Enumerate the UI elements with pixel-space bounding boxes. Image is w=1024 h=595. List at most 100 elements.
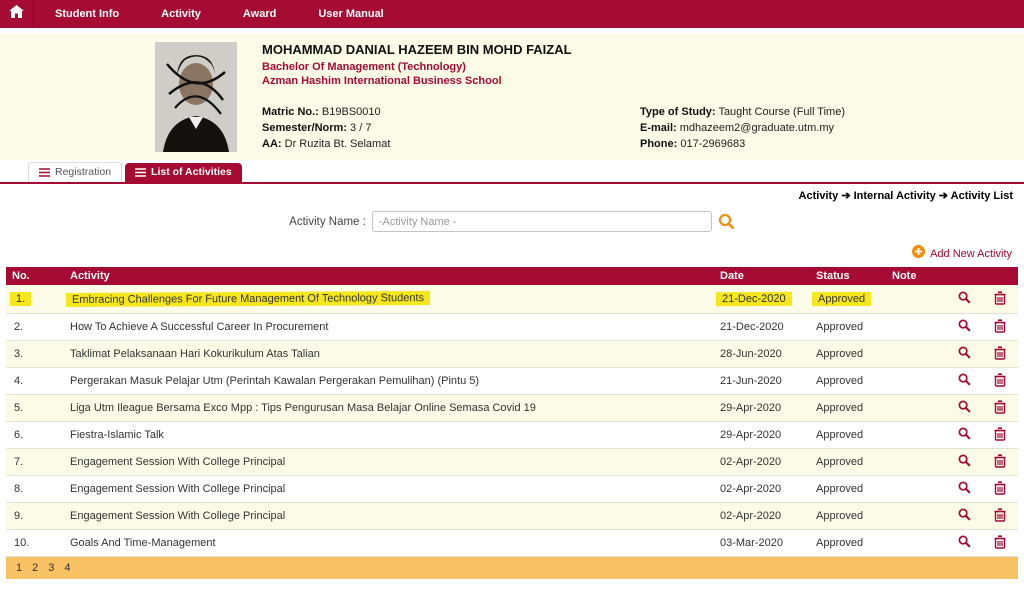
activity-note [886,367,946,395]
tab-list-of-activities-label: List of Activities [151,166,232,178]
activity-date: 03-Mar-2020 [714,529,810,557]
view-activity-icon-cell [946,394,982,422]
page-link[interactable]: 1 [16,562,22,574]
delete-activity-icon[interactable] [994,426,1006,441]
activity-status: Approved [810,475,886,503]
col-header-activity: Activity [64,267,714,285]
activities-table: No. Activity Date Status Note 1. Embracin… [6,267,1018,557]
delete-activity-icon[interactable] [994,372,1006,387]
activity-date: 21-Dec-2020 [714,285,810,314]
study-type-label: Type of Study: [640,106,716,118]
home-button[interactable] [0,0,34,28]
delete-activity-icon-cell [982,340,1018,368]
view-activity-icon-cell [946,340,982,368]
col-header-no: No. [6,267,64,285]
activity-status: Approved [810,285,886,314]
study-type-value: Taught Course (Full Time) [718,106,845,118]
delete-activity-icon[interactable] [994,318,1006,333]
semester-row: Semester/Norm: 3 / 7 [262,120,390,136]
table-row: 4. Pergerakan Masuk Pelajar Utm (Perintah… [6,367,1018,395]
activity-name-input[interactable] [371,211,712,232]
search-row: Activity Name : [0,211,1024,232]
view-activity-icon-cell [946,367,982,395]
email-value: mdhazeem2@graduate.utm.my [679,122,834,134]
student-header: MOHAMMAD DANIAL HAZEEM BIN MOHD FAIZAL B… [0,34,1024,160]
activity-date: 29-Apr-2020 [714,421,810,449]
activity-note [886,502,946,530]
col-header-note: Note [886,267,946,285]
tab-registration-label: Registration [55,166,112,178]
table-row: 8. Engagement Session With College Princi… [6,475,1018,503]
delete-activity-icon[interactable] [994,399,1006,414]
delete-activity-icon[interactable] [994,534,1006,549]
student-school: Azman Hashim International Business Scho… [262,75,502,87]
nav-student-info[interactable]: Student Info [34,0,140,28]
delete-activity-icon[interactable] [994,453,1006,468]
nav-award[interactable]: Award [222,0,297,28]
page-link[interactable]: 3 [48,562,54,574]
row-number: 4. [6,367,64,395]
view-activity-icon[interactable] [958,481,971,494]
list-icon [39,167,50,177]
email-label: E-mail: [640,122,677,134]
col-header-date: Date [714,267,810,285]
activity-name: Goals And Time-Management [64,529,714,557]
page-link[interactable]: 4 [64,562,70,574]
col-header-delete [982,267,1018,285]
activity-note [886,421,946,449]
add-new-activity-button[interactable]: Add New Activity [0,245,1012,263]
row-number: 5. [6,394,64,422]
student-name: MOHAMMAD DANIAL HAZEEM BIN MOHD FAIZAL [262,42,572,57]
activity-name: Pergerakan Masuk Pelajar Utm (Perintah K… [64,367,714,395]
delete-activity-icon[interactable] [994,507,1006,522]
view-activity-icon[interactable] [958,508,971,521]
phone-value: 017-2969683 [680,138,746,150]
tab-bar: Registration List of Activities [0,162,1024,184]
matric-row: Matric No.: B19BS0010 [262,104,390,120]
delete-activity-icon[interactable] [994,290,1006,305]
search-button[interactable] [718,213,735,230]
view-activity-icon[interactable] [958,535,971,548]
top-navigation: Student Info Activity Award User Manual [0,0,1024,28]
activity-date: 02-Apr-2020 [714,475,810,503]
page-link[interactable]: 2 [32,562,38,574]
activity-name: Engagement Session With College Principa… [64,502,714,530]
activity-note [886,475,946,503]
activity-date: 28-Jun-2020 [714,340,810,368]
student-info-right: Type of Study: Taught Course (Full Time)… [640,104,845,152]
view-activity-icon[interactable] [958,319,971,332]
nav-activity[interactable]: Activity [140,0,222,28]
view-activity-icon[interactable] [958,346,971,359]
activity-note [886,313,946,341]
home-icon [9,4,24,24]
table-row: 5. Liga Utm Ileague Bersama Exco Mpp : Ti… [6,394,1018,422]
table-row: 6. Fiestra-Islamic Talk 29-Apr-2020 Approve… [6,421,1018,449]
row-number: 2. [6,313,64,341]
activity-name: How To Achieve A Successful Career In Pr… [64,313,714,341]
row-number: 9. [6,502,64,530]
aa-row: AA: Dr Ruzita Bt. Selamat [262,136,390,152]
semester-value: 3 / 7 [350,122,372,134]
delete-activity-icon[interactable] [994,345,1006,360]
view-activity-icon[interactable] [958,454,971,467]
view-activity-icon-cell [946,529,982,557]
activity-note [886,394,946,422]
activity-status: Approved [810,448,886,476]
delete-activity-icon[interactable] [994,480,1006,495]
view-activity-icon[interactable] [958,427,971,440]
view-activity-icon[interactable] [958,291,971,304]
activity-name: Engagement Session With College Principa… [64,475,714,503]
email-row: E-mail: mdhazeem2@graduate.utm.my [640,120,845,136]
activity-status: Approved [810,340,886,368]
view-activity-icon[interactable] [958,400,971,413]
col-header-view [946,267,982,285]
matric-label: Matric No.: [262,106,319,118]
tab-registration[interactable]: Registration [28,162,123,182]
nav-user-manual[interactable]: User Manual [297,0,404,28]
view-activity-icon-cell [946,448,982,476]
view-activity-icon[interactable] [958,373,971,386]
student-info-left: Matric No.: B19BS0010 Semester/Norm: 3 /… [262,104,390,152]
student-programme: Bachelor Of Management (Technology) [262,61,466,73]
delete-activity-icon-cell [982,313,1018,341]
tab-list-of-activities[interactable]: List of Activities [125,163,242,182]
